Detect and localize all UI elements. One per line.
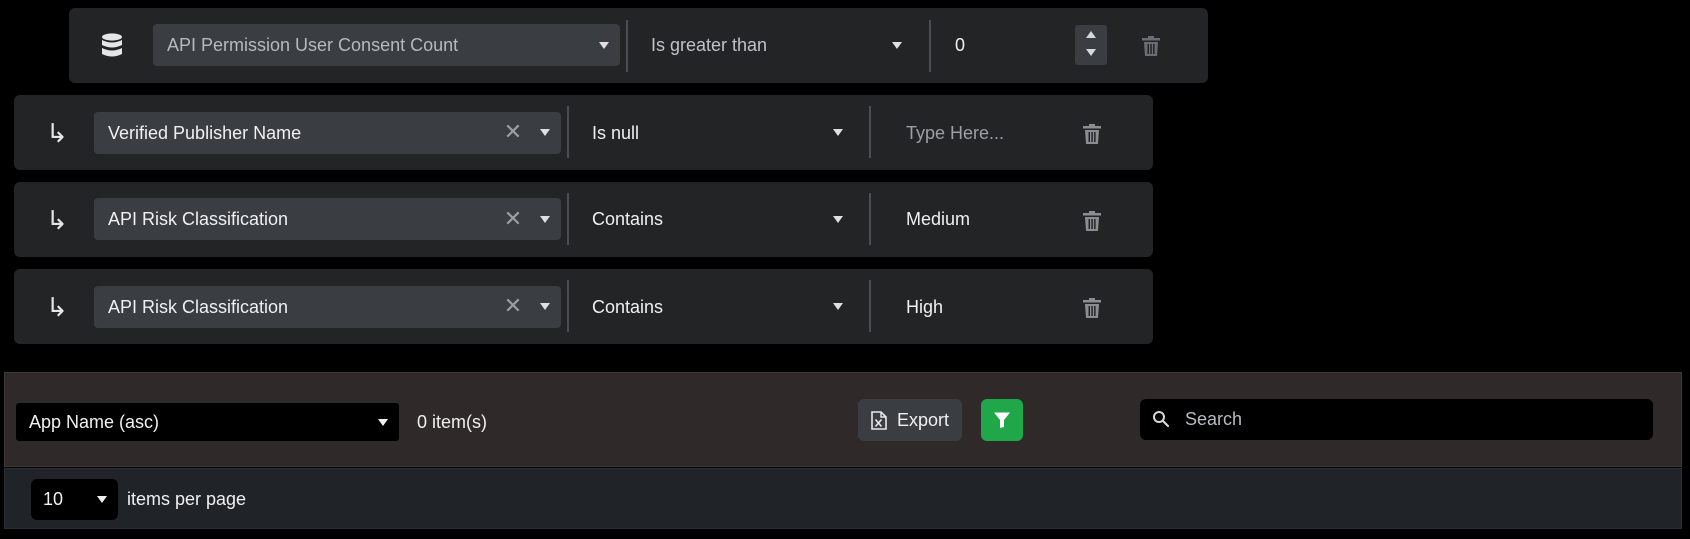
value-input-child-3-text: High — [906, 296, 944, 317]
divider — [567, 106, 569, 158]
chevron-down-icon[interactable] — [378, 419, 388, 426]
operator-select-parent-value: Is greater than — [651, 34, 768, 55]
excel-export-icon — [871, 410, 887, 430]
items-per-page-label-text: items per page — [127, 489, 247, 509]
filter-icon — [993, 411, 1011, 429]
divider — [626, 20, 628, 72]
field-select-child-1-value: Verified Publisher Name — [108, 122, 302, 143]
items-per-page-value: 10 — [43, 489, 64, 509]
clear-icon[interactable]: ✕ — [502, 206, 524, 231]
chevron-down-icon[interactable] — [599, 42, 609, 49]
value-input-parent[interactable]: 0 — [955, 24, 1065, 66]
chevron-down-icon[interactable] — [97, 496, 107, 503]
chevron-down-icon[interactable] — [540, 216, 550, 223]
filter-button[interactable] — [981, 399, 1023, 441]
sort-select[interactable]: App Name (asc) — [15, 402, 400, 442]
operator-select-child-3[interactable]: Contains — [592, 286, 852, 328]
field-select-child-1[interactable]: Verified Publisher Name — [94, 112, 561, 154]
field-select-child-2[interactable]: API Risk Classification — [94, 198, 561, 240]
divider — [929, 20, 931, 72]
sub-condition-arrow-icon: ↳ — [46, 291, 68, 322]
chevron-down-icon[interactable] — [833, 216, 843, 223]
field-select-child-3[interactable]: API Risk Classification — [94, 286, 561, 328]
number-stepper[interactable] — [1075, 25, 1107, 65]
increment-icon[interactable] — [1086, 31, 1096, 38]
value-input-child-3[interactable]: High — [906, 286, 1056, 328]
operator-select-child-2[interactable]: Contains — [592, 198, 852, 240]
decrement-icon[interactable] — [1086, 49, 1096, 56]
field-select-parent[interactable]: API Permission User Consent Count — [153, 24, 620, 66]
divider — [567, 280, 569, 332]
field-select-parent-value: API Permission User Consent Count — [167, 34, 459, 55]
sub-condition-arrow-icon: ↳ — [46, 117, 68, 148]
field-select-child-3-value: API Risk Classification — [108, 296, 289, 317]
clear-icon[interactable]: ✕ — [502, 119, 524, 144]
operator-select-parent[interactable]: Is greater than — [651, 24, 913, 66]
sub-condition-arrow-icon: ↳ — [46, 204, 68, 235]
items-per-page-label: items per page — [127, 479, 246, 520]
field-select-child-2-value: API Risk Classification — [108, 208, 289, 229]
value-input-child-2[interactable]: Medium — [906, 198, 1056, 240]
chevron-down-icon[interactable] — [833, 129, 843, 136]
search-icon — [1152, 410, 1170, 428]
items-count-text: 0 item(s) — [417, 411, 488, 432]
chevron-down-icon[interactable] — [540, 129, 550, 136]
export-button[interactable]: Export — [858, 399, 962, 441]
chevron-down-icon[interactable] — [540, 303, 550, 310]
operator-select-child-2-value: Contains — [592, 208, 664, 229]
pagination-bar — [4, 468, 1682, 529]
divider — [869, 106, 871, 158]
trash-icon[interactable] — [1083, 298, 1101, 323]
trash-icon[interactable] — [1083, 124, 1101, 149]
operator-select-child-1[interactable]: Is null — [592, 112, 852, 154]
items-count: 0 item(s) — [417, 402, 487, 442]
chevron-down-icon[interactable] — [833, 303, 843, 310]
divider — [567, 193, 569, 245]
export-button-label: Export — [896, 409, 950, 430]
trash-icon[interactable] — [1083, 211, 1101, 236]
search-input[interactable] — [1183, 408, 1627, 431]
clear-icon[interactable]: ✕ — [502, 293, 524, 318]
value-input-child-2-text: Medium — [906, 208, 971, 229]
value-input-child-1-placeholder: Type Here... — [906, 122, 1005, 143]
value-input-parent-text: 0 — [955, 34, 966, 55]
divider — [869, 280, 871, 332]
sort-select-value: App Name (asc) — [29, 411, 160, 432]
value-input-child-1[interactable]: Type Here... — [906, 112, 1056, 154]
operator-select-child-1-value: Is null — [592, 122, 640, 143]
divider — [869, 193, 871, 245]
search-box[interactable] — [1140, 399, 1653, 440]
trash-icon[interactable] — [1142, 36, 1160, 61]
database-icon — [96, 27, 128, 65]
chevron-down-icon[interactable] — [892, 42, 902, 49]
operator-select-child-3-value: Contains — [592, 296, 664, 317]
